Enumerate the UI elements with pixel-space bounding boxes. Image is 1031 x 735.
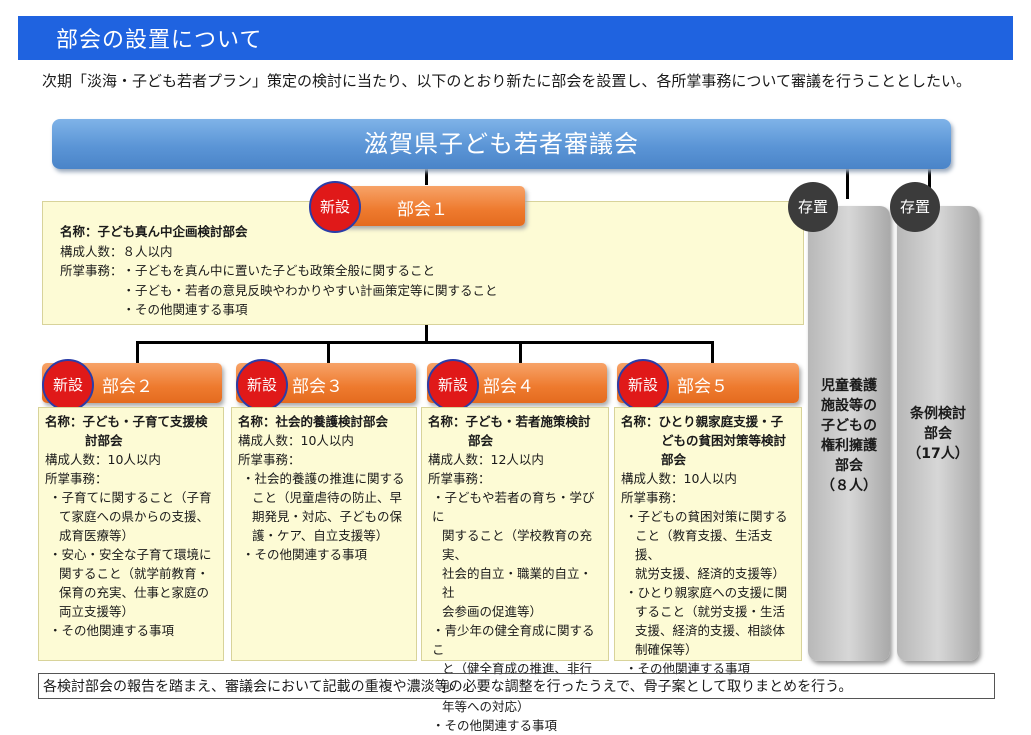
- bukai4-duty: 会参画の促進等）: [442, 604, 543, 619]
- existing2-line: （17人）: [907, 446, 969, 462]
- bukai5-duty: 就労支援、経済的支援等）: [635, 566, 786, 581]
- bukai1-duty: ・子どもを真ん中に置いた子ども政策全般に関すること: [122, 263, 436, 278]
- bukai3-duty: 期発見・対応、子どもの保: [252, 509, 403, 524]
- existing-badge: 存置: [890, 182, 940, 232]
- bukai2-detail: 名称：子ども・子育て支援検 討部会 構成人数：10人以内 所掌事務： ・子育てに…: [38, 407, 224, 661]
- bukai3-duty: ・社会的養護の推進に関する: [242, 471, 405, 486]
- bukai1-duty: ・子ども・若者の意見反映やわかりやすい計画策定等に関すること: [122, 282, 498, 298]
- bukai2-name: 名称：子ども・子育て支援検: [45, 414, 208, 429]
- existing1-line: 部会: [835, 458, 863, 474]
- bukai3-duty: 護・ケア、自立支援等）: [252, 528, 389, 543]
- bukai5-duty: ・ひとり親家庭への支援に関: [625, 585, 788, 600]
- bukai4-duties-label: 所掌事務：: [428, 471, 491, 486]
- bukai2-duty: 両立支援等）: [59, 604, 135, 619]
- connector: [425, 323, 428, 343]
- bukai2-duty: 成育医療等）: [59, 528, 135, 543]
- bukai2-duty: 保育の充実、仕事と家庭の: [59, 585, 210, 600]
- connector: [425, 169, 428, 185]
- connector: [136, 341, 714, 344]
- bukai1-body: 名称：子ども真ん中企画検討部会 構成人数：８人以内 所掌事務： ・子どもを真ん中…: [60, 222, 790, 320]
- bukai4-members: 構成人数：12人以内: [428, 452, 544, 467]
- bukai5-duty: すること（就労支援・生活: [635, 604, 786, 619]
- footer-note: 各検討部会の報告を踏まえ、審議会において記載の重複や濃淡等の必要な調整を行ったう…: [38, 673, 995, 699]
- connector: [846, 169, 849, 199]
- bukai5-members: 構成人数：10人以内: [621, 471, 737, 486]
- bukai4-name: 名称：子ども・若者施策検討: [428, 414, 591, 429]
- bukai5-name: どもの貧困対策等検討: [661, 433, 787, 448]
- existing1-line: 権利擁護: [821, 438, 877, 454]
- page-header: 部会の設置について: [18, 16, 1013, 60]
- page-title: 部会の設置について: [56, 28, 263, 53]
- bukai2-duty: ・子育てに関すること（子育: [49, 490, 212, 505]
- bukai2-name: 討部会: [85, 433, 123, 448]
- existing2-line: 部会: [924, 426, 952, 442]
- new-badge: 新設: [236, 359, 288, 411]
- bukai3-name: 名称：社会的養護検討部会: [238, 414, 389, 429]
- bukai5-label: 部会５: [677, 377, 728, 397]
- existing-committee-1: 児童養護 施設等の 子どもの 権利擁護 部会 （８人）: [808, 206, 890, 661]
- bukai1-duties-label: 所掌事務：: [60, 263, 123, 278]
- bukai2-members: 構成人数：10人以内: [45, 452, 161, 467]
- bukai2-duty: 関すること（就学前教育・: [59, 566, 210, 581]
- bukai2-duty: て家庭への県からの支援、: [59, 509, 210, 524]
- council-box: 滋賀県子ども若者審議会: [52, 119, 951, 169]
- bukai5-duty: こと（教育支援、生活支援、: [635, 528, 773, 562]
- bukai3-detail: 名称：社会的養護検討部会 構成人数：10人以内 所掌事務： ・社会的養護の推進に…: [231, 407, 417, 661]
- existing1-line: 施設等の: [821, 398, 877, 414]
- bukai5-detail: 名称：ひとり親家庭支援・子 どもの貧困対策等検討 部会 構成人数：10人以内 所…: [614, 407, 802, 676]
- bukai1-members: 構成人数：８人以内: [60, 243, 173, 259]
- bukai1-label: 部会１: [397, 200, 448, 220]
- bukai3-duty: こと（児童虐待の防止、早: [252, 490, 403, 505]
- new-badge: 新設: [42, 359, 94, 411]
- bukai2-duties-label: 所掌事務：: [45, 471, 108, 486]
- bukai3-label: 部会３: [292, 377, 343, 397]
- connector: [327, 341, 330, 363]
- bukai3-duties-label: 所掌事務：: [238, 452, 301, 467]
- bukai1-duty: ・その他関連する事項: [122, 302, 248, 317]
- bukai4-duty: 社会的自立・職業的自立・社: [442, 566, 593, 600]
- existing-badge: 存置: [788, 182, 838, 232]
- bukai4-duty: ・子どもや若者の育ち・学びに: [432, 490, 595, 524]
- existing1-line: 児童養護: [821, 378, 877, 394]
- existing1-line: （８人）: [821, 478, 877, 494]
- lead-text: 次期「淡海・子ども若者プラン」策定の検討に当たり、以下のとおり新たに部会を設置し…: [42, 72, 971, 90]
- bukai5-duty: 制確保等）: [635, 642, 698, 657]
- bukai5-duty: 支援、経済的支援、相談体: [635, 623, 786, 638]
- bukai4-duty: 関すること（学校教育の充実、: [442, 528, 593, 562]
- bukai2-label: 部会２: [102, 377, 153, 397]
- bukai4-duty: ・その他関連する事項: [432, 718, 558, 733]
- bukai4-name: 部会: [468, 433, 494, 448]
- existing1-line: 子どもの: [821, 418, 877, 434]
- bukai1-header: 部会１: [339, 186, 525, 226]
- connector: [519, 341, 522, 363]
- new-badge: 新設: [617, 359, 669, 411]
- bukai5-name: 名称：ひとり親家庭支援・子: [621, 414, 784, 429]
- bukai3-duty: ・その他関連する事項: [242, 547, 368, 562]
- connector: [136, 341, 139, 363]
- new-badge: 新設: [427, 359, 479, 411]
- bukai4-duty: ・青少年の健全育成に関するこ: [432, 623, 595, 657]
- bukai2-duty: ・安心・安全な子育て環境に: [49, 547, 212, 562]
- bukai5-name: 部会: [661, 452, 687, 467]
- existing2-line: 条例検討: [910, 406, 966, 422]
- bukai5-duties-label: 所掌事務：: [621, 490, 684, 505]
- bukai4-detail: 名称：子ども・若者施策検討 部会 構成人数：12人以内 所掌事務： ・子どもや若…: [421, 407, 609, 733]
- bukai2-duty: ・その他関連する事項: [49, 623, 175, 638]
- bukai5-duty: ・子どもの貧困対策に関する: [625, 509, 788, 524]
- existing-committee-2: 条例検討 部会 （17人）: [897, 206, 979, 661]
- bukai4-label: 部会４: [483, 377, 534, 397]
- connector: [711, 341, 714, 363]
- bukai3-members: 構成人数：10人以内: [238, 433, 354, 448]
- bukai1-name: 名称：子ども真ん中企画検討部会: [60, 224, 248, 239]
